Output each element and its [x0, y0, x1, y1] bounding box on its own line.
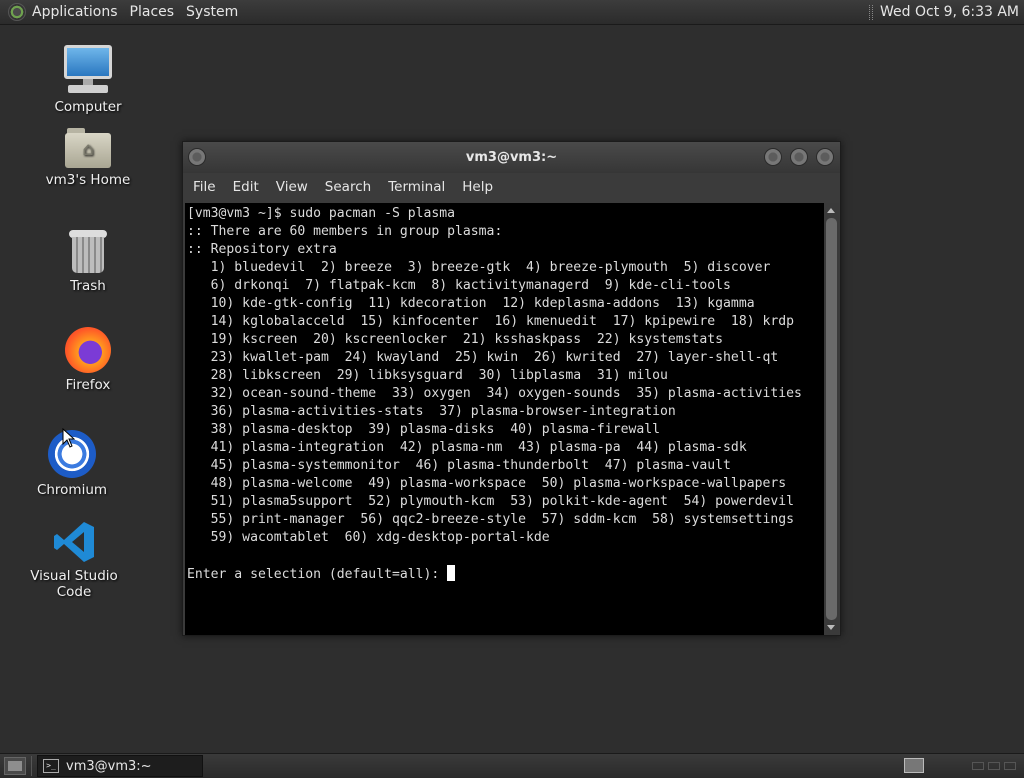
show-desktop-button[interactable]: [4, 757, 26, 775]
panel-right: Wed Oct 9, 6:33 AM: [869, 4, 1024, 20]
panel-handle-icon[interactable]: [869, 4, 874, 20]
terminal-line: 45) plasma-systemmonitor 46) plasma-thun…: [187, 458, 731, 473]
terminal-line: 1) bluedevil 2) breeze 3) breeze-gtk 4) …: [187, 260, 771, 275]
desktop-icon-firefox[interactable]: Firefox: [33, 327, 143, 393]
desktop-icon-label: Chromium: [36, 482, 108, 498]
trash-icon: [69, 230, 107, 274]
terminal-line: 55) print-manager 56) qqc2-breeze-style …: [187, 512, 794, 527]
terminal-line: 23) kwallet-pam 24) kwayland 25) kwin 26…: [187, 350, 779, 365]
window-menu-button[interactable]: [188, 148, 206, 166]
bottom-panel: >_ vm3@vm3:~: [0, 753, 1024, 778]
workspace-switcher: [968, 762, 1016, 770]
terminal-line: 14) kglobalacceld 15) kinfocenter 16) km…: [187, 314, 794, 329]
terminal-menubar: File Edit View Search Terminal Help: [183, 173, 840, 201]
panel-menu: Applications Places System: [0, 0, 246, 24]
desktop-icon-vscode[interactable]: Visual Studio Code: [19, 520, 129, 600]
terminal-line: 59) wacomtablet 60) xdg-desktop-portal-k…: [187, 530, 550, 545]
terminal-window[interactable]: vm3@vm3:~ File Edit View Search Terminal…: [182, 141, 841, 636]
terminal-line: :: There are 60 members in group plasma:: [187, 224, 503, 239]
applications-menu[interactable]: Applications: [32, 4, 126, 20]
menu-file[interactable]: File: [193, 179, 216, 195]
mouse-pointer-icon: [62, 428, 76, 448]
workspace-3[interactable]: [988, 762, 1000, 770]
terminal-line: :: Repository extra: [187, 242, 337, 257]
workspace-4[interactable]: [1004, 762, 1016, 770]
menu-search[interactable]: Search: [325, 179, 371, 195]
text-cursor: [447, 565, 456, 581]
menu-view[interactable]: View: [276, 179, 308, 195]
terminal-prompt-line[interactable]: Enter a selection (default=all):: [187, 565, 802, 584]
window-title: vm3@vm3:~: [465, 150, 558, 165]
vscode-icon: [52, 520, 96, 564]
firefox-icon: [65, 327, 111, 373]
terminal-text: [vm3@vm3 ~]$ sudo pacman -S plasma:: The…: [187, 205, 802, 584]
desktop-icon-label: vm3's Home: [45, 172, 131, 188]
terminal-scrollbar[interactable]: [824, 203, 839, 635]
terminal-output[interactable]: [vm3@vm3 ~]$ sudo pacman -S plasma:: The…: [185, 203, 825, 635]
places-menu[interactable]: Places: [130, 4, 183, 20]
terminal-line: 36) plasma-activities-stats 37) plasma-b…: [187, 404, 676, 419]
distro-logo-icon[interactable]: [8, 3, 26, 21]
system-menu[interactable]: System: [186, 4, 246, 20]
scrollbar-thumb[interactable]: [826, 218, 837, 620]
desktop-icon-label: Computer: [54, 99, 122, 115]
minimize-button[interactable]: [764, 148, 782, 166]
selection-prompt: Enter a selection (default=all):: [187, 567, 448, 582]
desktop-icon-computer[interactable]: Computer: [33, 45, 143, 115]
desktop-icon-label: Firefox: [65, 377, 111, 393]
taskbar-item-label: vm3@vm3:~: [66, 758, 152, 774]
scroll-up-arrow-icon[interactable]: [827, 208, 835, 213]
desktop-icon-label: Visual Studio Code: [30, 568, 118, 600]
clock[interactable]: Wed Oct 9, 6:33 AM: [880, 4, 1019, 20]
terminal-line: 6) drkonqi 7) flatpak-kcm 8) kactivityma…: [187, 278, 731, 293]
terminal-line: 19) kscreen 20) kscreenlocker 21) ksshas…: [187, 332, 724, 347]
panel-separator: [31, 756, 32, 776]
workspace-2[interactable]: [972, 762, 984, 770]
computer-icon: [62, 45, 114, 95]
terminal-line: 10) kde-gtk-config 11) kdecoration 12) k…: [187, 296, 755, 311]
desktop-icon-trash[interactable]: Trash: [33, 230, 143, 294]
maximize-button[interactable]: [790, 148, 808, 166]
scroll-down-arrow-icon[interactable]: [827, 625, 835, 630]
home-folder-icon: ⌂: [65, 128, 111, 168]
desktop-icon-label: Trash: [70, 278, 106, 294]
terminal-line: [vm3@vm3 ~]$ sudo pacman -S plasma: [187, 206, 456, 221]
terminal-titlebar[interactable]: vm3@vm3:~: [183, 142, 840, 173]
terminal-line: 41) plasma-integration 42) plasma-nm 43)…: [187, 440, 747, 455]
close-button[interactable]: [816, 148, 834, 166]
terminal-line: 38) plasma-desktop 39) plasma-disks 40) …: [187, 422, 660, 437]
terminal-line: 28) libkscreen 29) libksysguard 30) libp…: [187, 368, 668, 383]
taskbar-item-terminal[interactable]: >_ vm3@vm3:~: [37, 755, 203, 777]
terminal-line: 48) plasma-welcome 49) plasma-workspace …: [187, 476, 787, 491]
workspace-1[interactable]: [904, 758, 924, 773]
desktop-icon-home[interactable]: ⌂ vm3's Home: [33, 128, 143, 188]
menu-help[interactable]: Help: [462, 179, 493, 195]
terminal-line: 51) plasma5support 52) plymouth-kcm 53) …: [187, 494, 794, 509]
terminal-line: 32) ocean-sound-theme 33) oxygen 34) oxy…: [187, 386, 802, 401]
menu-edit[interactable]: Edit: [233, 179, 259, 195]
top-panel: Applications Places System Wed Oct 9, 6:…: [0, 0, 1024, 25]
terminal-icon: >_: [43, 759, 59, 773]
menu-terminal[interactable]: Terminal: [388, 179, 445, 195]
